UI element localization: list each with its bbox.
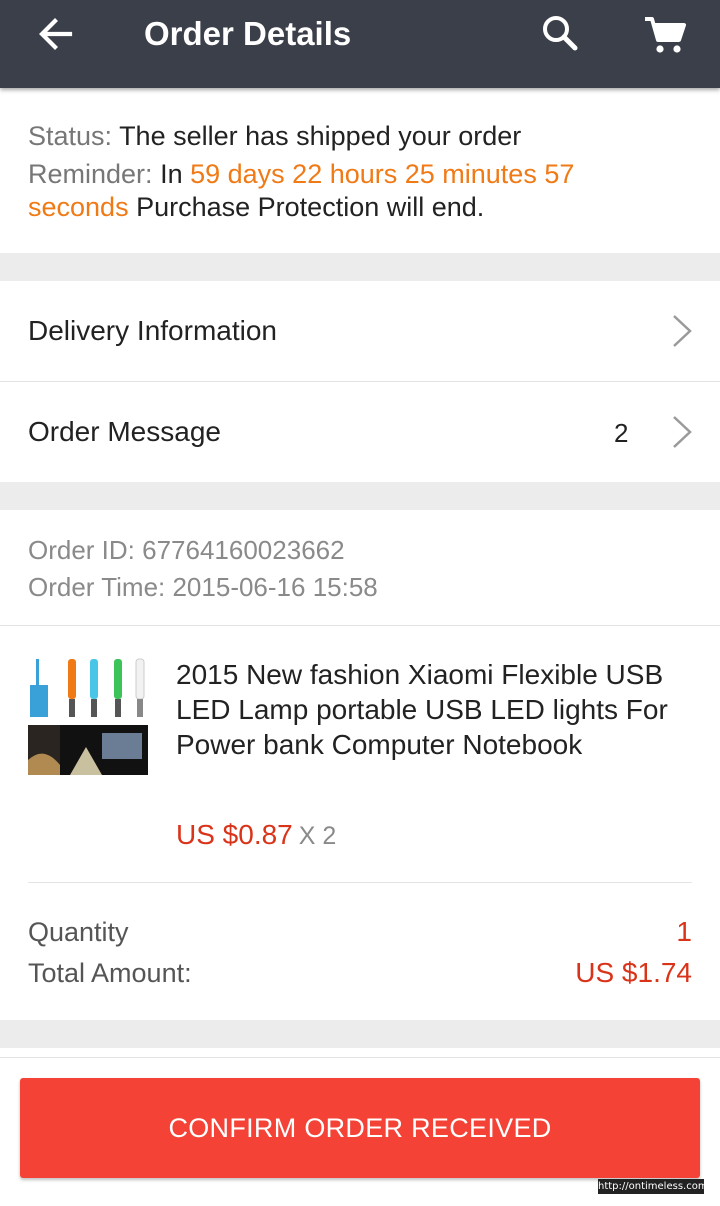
countdown-timer: 59 days 22 hours 25 minutes 57 <box>190 159 575 189</box>
back-arrow-icon[interactable] <box>34 12 78 56</box>
delivery-information-label: Delivery Information <box>28 315 277 346</box>
quantity-label: Quantity <box>28 917 129 947</box>
section-divider <box>0 253 720 281</box>
reminder-prefix: In <box>160 159 183 189</box>
reminder-label: Reminder: <box>28 159 153 189</box>
unit-price: US $0.87 <box>176 819 293 850</box>
section-divider-line <box>0 625 720 626</box>
app-header: Order Details <box>0 0 720 88</box>
order-status-section: Status: The seller has shipped your orde… <box>0 88 720 253</box>
chevron-right-icon <box>668 412 696 452</box>
status-line: Status: The seller has shipped your orde… <box>28 120 521 153</box>
reminder-line-2: seconds Purchase Protection will end. <box>28 191 484 224</box>
status-label: Status: <box>28 121 113 151</box>
status-text: The seller has shipped your order <box>119 121 522 151</box>
reminder-suffix: Purchase Protection will end. <box>136 192 485 222</box>
watermark-text: http://ontimeless.com <box>598 1179 708 1194</box>
quantity-value: 1 <box>676 916 692 947</box>
chevron-right-icon <box>668 311 696 351</box>
footer-divider <box>0 1057 720 1058</box>
product-divider <box>28 882 692 883</box>
delivery-information-row[interactable]: Delivery Information <box>0 281 720 381</box>
section-divider <box>0 482 720 510</box>
product-name[interactable]: 2015 New fashion Xiaomi Flexible USB LED… <box>176 657 676 762</box>
order-time: Order Time: 2015-06-16 15:58 <box>28 572 378 602</box>
message-count: 2 <box>614 418 629 448</box>
total-amount-label: Total Amount: <box>28 958 192 988</box>
confirm-order-received-button[interactable]: CONFIRM ORDER RECEIVED <box>20 1078 700 1178</box>
order-message-row[interactable]: Order Message 2 <box>0 382 720 482</box>
item-multiplier: X 2 <box>298 822 337 850</box>
product-thumbnail[interactable] <box>28 655 148 775</box>
search-icon[interactable] <box>538 12 582 56</box>
cart-icon[interactable] <box>642 12 688 56</box>
page-title: Order Details <box>144 15 352 52</box>
order-info-section: Order ID: 67764160023662 Order Time: 201… <box>0 510 720 625</box>
total-amount-value: US $1.74 <box>575 957 692 988</box>
section-divider <box>0 1020 720 1048</box>
order-id: Order ID: 67764160023662 <box>28 535 345 565</box>
reminder-line: Reminder: In 59 days 22 hours 25 minutes… <box>28 158 574 191</box>
product-price: US $0.87 X 2 <box>176 817 336 854</box>
order-message-label: Order Message <box>28 416 221 447</box>
countdown-timer-end: seconds <box>28 192 129 222</box>
